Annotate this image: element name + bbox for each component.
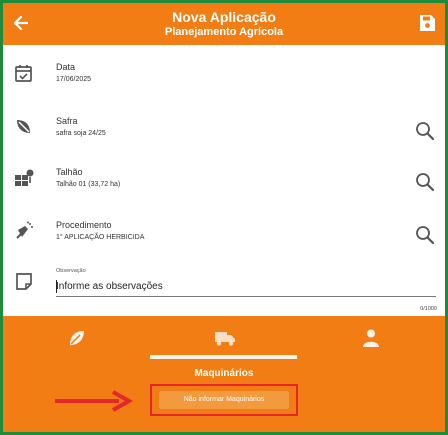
tab-maquinarios[interactable] bbox=[150, 316, 297, 360]
text-caret bbox=[56, 280, 57, 293]
page-subtitle: Planejamento Agrícola bbox=[164, 26, 284, 38]
field-plots-icon bbox=[15, 169, 34, 186]
input-underline bbox=[56, 296, 436, 297]
field-value: Talhão 01 (33,72 ha) bbox=[56, 181, 121, 188]
tab-person[interactable] bbox=[297, 316, 444, 360]
field-label: Safra bbox=[56, 116, 78, 126]
app-frame: Nova Aplicação Planejamento Agrícola Dat… bbox=[3, 3, 445, 432]
search-icon[interactable] bbox=[415, 224, 435, 246]
observacao-input[interactable] bbox=[56, 278, 436, 294]
tab-leaf[interactable] bbox=[3, 316, 150, 360]
tab-indicator bbox=[150, 355, 297, 359]
field-label: Procedimento bbox=[56, 220, 112, 230]
skip-maquinarios-button[interactable]: Não informar Maquinários bbox=[150, 384, 298, 416]
person-icon bbox=[363, 329, 379, 347]
app-header: Nova Aplicação Planejamento Agrícola bbox=[3, 3, 445, 45]
observacao-label: Observação bbox=[56, 268, 86, 274]
sprayer-icon bbox=[16, 221, 33, 239]
note-icon bbox=[16, 273, 32, 290]
floppy-disk-icon[interactable] bbox=[417, 13, 437, 33]
skip-button-label: Não informar Maquinários bbox=[159, 391, 289, 409]
field-value: safra soja 24/25 bbox=[56, 130, 106, 137]
character-counter: 0/1000 bbox=[420, 306, 437, 312]
section-title: Maquinários bbox=[194, 368, 254, 379]
search-icon[interactable] bbox=[415, 120, 435, 142]
field-label: Data bbox=[56, 62, 76, 72]
page-title: Nova Aplicação bbox=[172, 9, 276, 25]
search-icon[interactable] bbox=[415, 171, 435, 193]
field-label: Talhão bbox=[56, 167, 83, 177]
truck-icon bbox=[215, 332, 235, 346]
bottom-panel: Maquinários Não informar Maquinários bbox=[3, 316, 445, 432]
arrow-right-icon bbox=[55, 390, 133, 412]
field-value: 1° APLICAÇÃO HERBICIDA bbox=[56, 234, 145, 241]
field-value: 17/06/2025 bbox=[56, 76, 92, 83]
calendar-check-icon bbox=[15, 65, 32, 82]
leaf-icon bbox=[70, 331, 84, 345]
sprout-leaf-icon bbox=[17, 120, 30, 133]
